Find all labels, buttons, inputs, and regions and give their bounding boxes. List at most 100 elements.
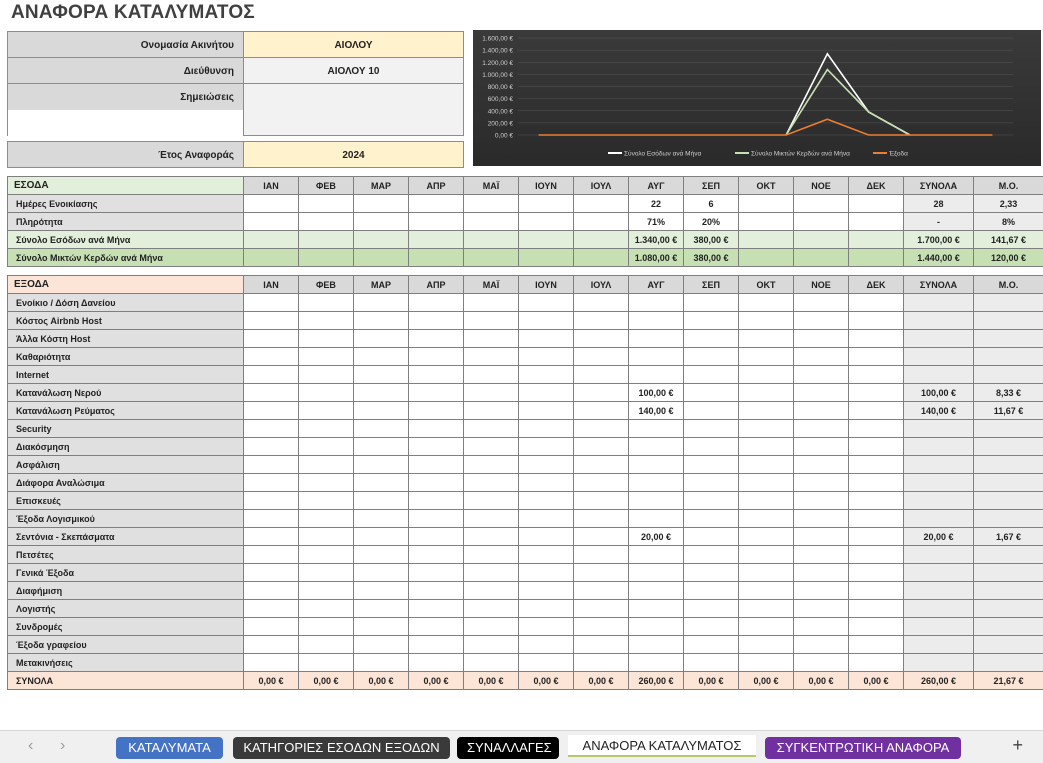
month-cell[interactable] (464, 420, 519, 438)
month-cell[interactable] (354, 564, 409, 582)
month-cell[interactable] (739, 312, 794, 330)
month-cell[interactable] (409, 654, 464, 672)
month-cell[interactable] (409, 330, 464, 348)
month-cell[interactable] (739, 564, 794, 582)
month-cell[interactable] (244, 438, 299, 456)
month-cell[interactable] (464, 564, 519, 582)
month-cell[interactable] (574, 618, 629, 636)
month-cell[interactable] (244, 249, 299, 267)
month-cell[interactable] (684, 636, 739, 654)
month-cell[interactable] (244, 636, 299, 654)
month-cell[interactable] (299, 438, 354, 456)
month-cell[interactable] (299, 528, 354, 546)
month-cell[interactable]: 260,00 € (629, 672, 684, 690)
month-cell[interactable] (794, 231, 849, 249)
month-cell[interactable] (409, 474, 464, 492)
month-cell[interactable] (629, 636, 684, 654)
month-cell[interactable] (684, 330, 739, 348)
month-cell[interactable] (244, 456, 299, 474)
month-cell[interactable] (739, 402, 794, 420)
month-cell[interactable] (464, 600, 519, 618)
month-cell[interactable] (849, 330, 904, 348)
month-cell[interactable] (299, 294, 354, 312)
month-cell[interactable] (464, 366, 519, 384)
month-cell[interactable] (519, 402, 574, 420)
month-cell[interactable] (794, 249, 849, 267)
month-cell[interactable] (684, 654, 739, 672)
month-cell[interactable] (299, 546, 354, 564)
month-cell[interactable] (739, 654, 794, 672)
month-cell[interactable]: 0,00 € (794, 672, 849, 690)
month-cell[interactable]: 1.340,00 € (629, 231, 684, 249)
month-cell[interactable] (299, 492, 354, 510)
month-cell[interactable] (409, 195, 464, 213)
month-cell[interactable] (794, 492, 849, 510)
month-cell[interactable] (739, 510, 794, 528)
month-cell[interactable]: 380,00 € (684, 249, 739, 267)
month-cell[interactable] (739, 366, 794, 384)
month-cell[interactable] (574, 402, 629, 420)
month-cell[interactable] (739, 195, 794, 213)
month-cell[interactable] (739, 294, 794, 312)
month-cell[interactable] (629, 564, 684, 582)
month-cell[interactable] (574, 231, 629, 249)
month-cell[interactable] (574, 546, 629, 564)
month-cell[interactable] (244, 492, 299, 510)
month-cell[interactable] (849, 438, 904, 456)
month-cell[interactable] (244, 654, 299, 672)
month-cell[interactable] (574, 366, 629, 384)
month-cell[interactable] (684, 510, 739, 528)
month-cell[interactable] (849, 636, 904, 654)
month-cell[interactable] (574, 294, 629, 312)
month-cell[interactable] (574, 510, 629, 528)
month-cell[interactable] (519, 213, 574, 231)
month-cell[interactable] (244, 402, 299, 420)
month-cell[interactable] (794, 384, 849, 402)
month-cell[interactable] (739, 474, 794, 492)
month-cell[interactable] (299, 618, 354, 636)
month-cell[interactable] (244, 600, 299, 618)
month-cell[interactable] (519, 654, 574, 672)
month-cell[interactable] (574, 600, 629, 618)
month-cell[interactable] (244, 510, 299, 528)
month-cell[interactable] (684, 528, 739, 546)
month-cell[interactable] (794, 600, 849, 618)
month-cell[interactable] (299, 564, 354, 582)
month-cell[interactable] (519, 294, 574, 312)
month-cell[interactable] (849, 474, 904, 492)
month-cell[interactable] (464, 456, 519, 474)
month-cell[interactable] (794, 564, 849, 582)
month-cell[interactable] (684, 366, 739, 384)
month-cell[interactable] (684, 582, 739, 600)
month-cell[interactable] (739, 231, 794, 249)
month-cell[interactable] (794, 582, 849, 600)
month-cell[interactable] (739, 492, 794, 510)
month-cell[interactable] (794, 294, 849, 312)
month-cell[interactable] (574, 492, 629, 510)
month-cell[interactable] (794, 546, 849, 564)
month-cell[interactable] (299, 456, 354, 474)
month-cell[interactable] (519, 420, 574, 438)
month-cell[interactable] (574, 582, 629, 600)
month-cell[interactable] (519, 474, 574, 492)
month-cell[interactable] (519, 384, 574, 402)
month-cell[interactable] (519, 438, 574, 456)
month-cell[interactable] (409, 420, 464, 438)
month-cell[interactable] (739, 618, 794, 636)
month-cell[interactable] (849, 402, 904, 420)
month-cell[interactable] (354, 546, 409, 564)
month-cell[interactable] (354, 330, 409, 348)
month-cell[interactable] (739, 213, 794, 231)
month-cell[interactable] (464, 312, 519, 330)
month-cell[interactable] (629, 438, 684, 456)
month-cell[interactable] (464, 213, 519, 231)
month-cell[interactable] (684, 312, 739, 330)
month-cell[interactable] (409, 528, 464, 546)
month-cell[interactable] (464, 330, 519, 348)
month-cell[interactable] (794, 528, 849, 546)
month-cell[interactable] (464, 582, 519, 600)
month-cell[interactable] (464, 402, 519, 420)
month-cell[interactable] (794, 366, 849, 384)
month-cell[interactable] (739, 456, 794, 474)
month-cell[interactable] (244, 213, 299, 231)
